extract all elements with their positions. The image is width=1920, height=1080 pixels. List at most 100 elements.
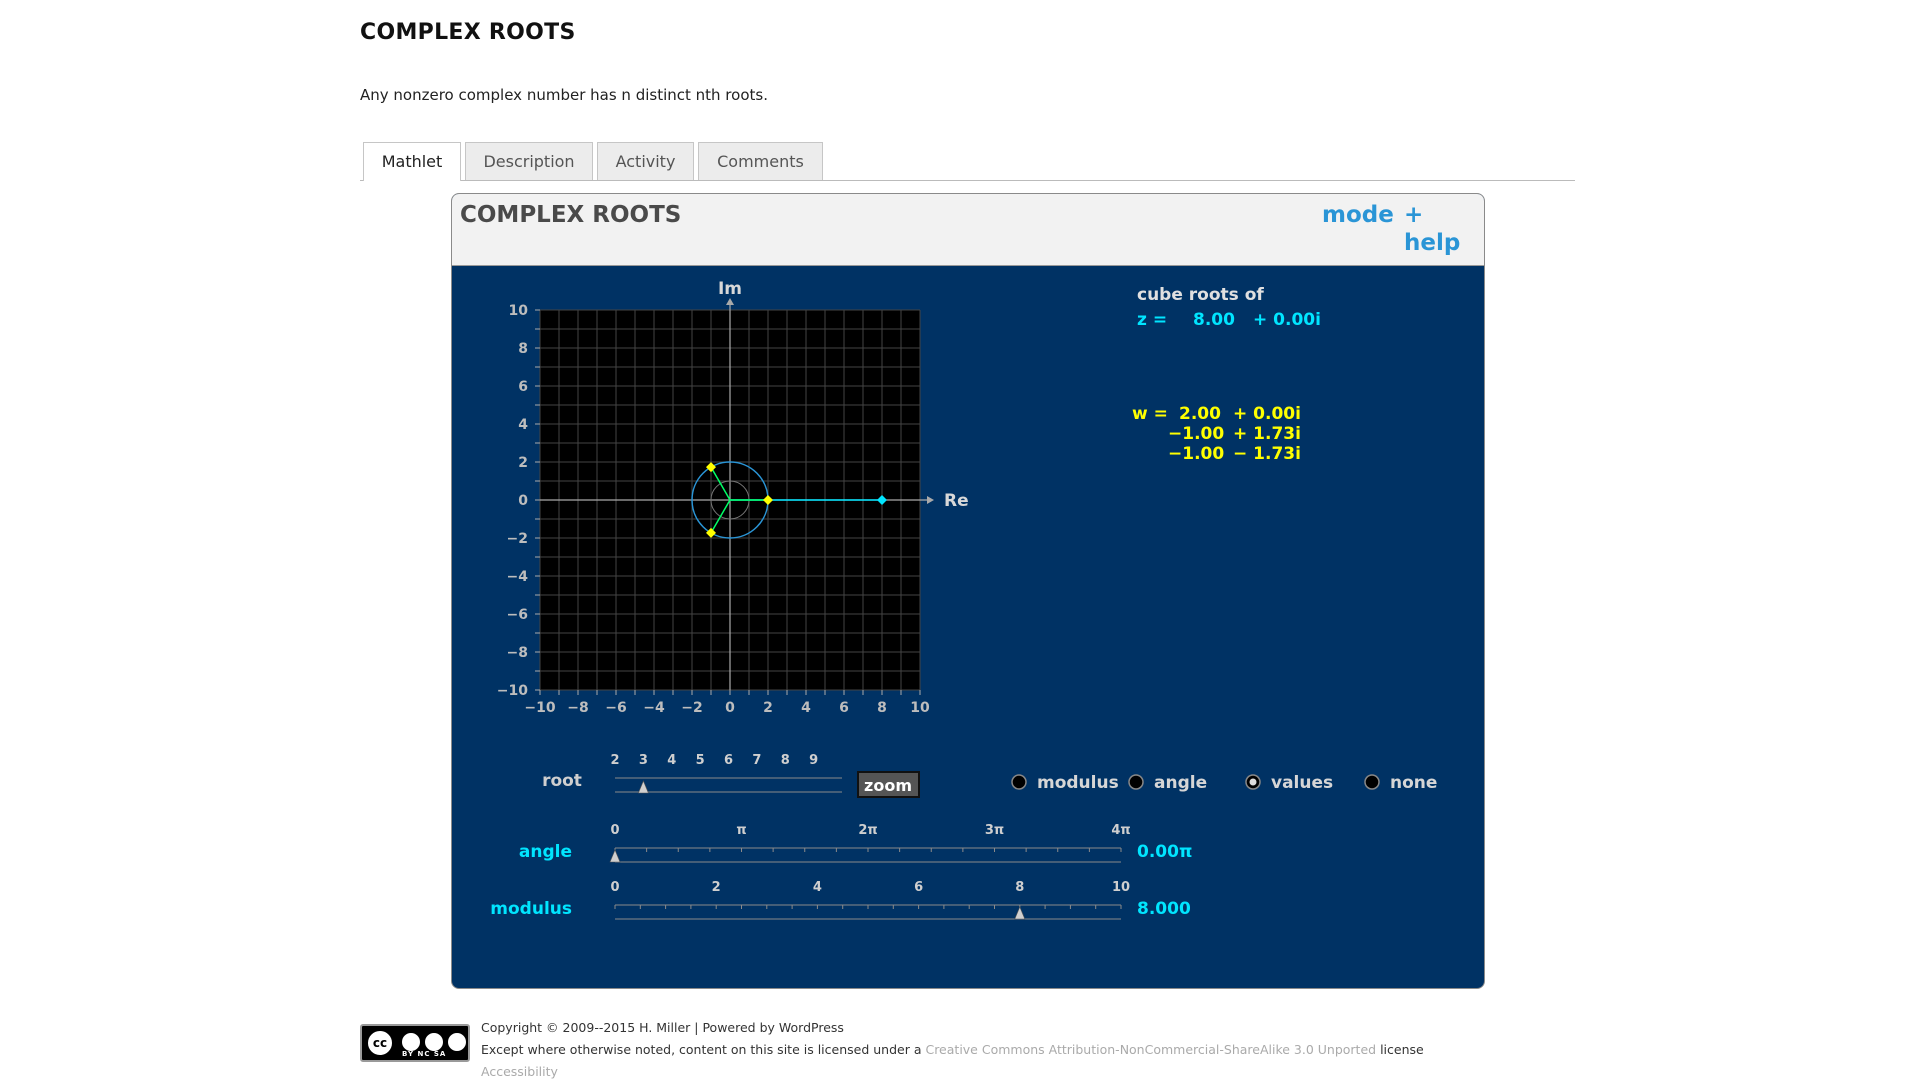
cc-logo-icon: cc	[366, 1029, 394, 1057]
radio-values-label: values	[1271, 773, 1333, 793]
y-tick-label: 10	[509, 303, 529, 319]
y-tick-label: 4	[518, 417, 528, 433]
y-tick-label: −4	[507, 569, 529, 585]
x-tick-label: −6	[605, 700, 626, 716]
tab-comments[interactable]: Comments	[698, 142, 823, 180]
tab-description[interactable]: Description	[465, 142, 593, 180]
y-tick-label: −6	[507, 607, 528, 623]
y-tick-label: −8	[507, 645, 528, 661]
modulus-slider-label: modulus	[490, 899, 572, 919]
license-link[interactable]: Creative Commons Attribution-NonCommerci…	[925, 1042, 1376, 1057]
display-options: modulus angle values none	[1011, 773, 1437, 793]
x-tick-label: −10	[524, 700, 555, 716]
cc-badge-text: BY NC SA	[402, 1050, 447, 1058]
zoom-button-label: zoom	[864, 776, 912, 795]
im-axis-label: Im	[718, 279, 742, 299]
im-axis-arrow	[726, 298, 734, 305]
mathlet-panel: COMPLEX ROOTS mode + help −10 −8 −6 −4 −2 0 2 4…	[451, 193, 1485, 989]
radio-modulus-circle	[1011, 774, 1027, 790]
w2-imag-value: + 1.73i	[1233, 424, 1301, 444]
z-real-value: 8.00	[1193, 310, 1235, 330]
license-prefix: Except where otherwise noted, content on…	[481, 1042, 922, 1057]
root-slider[interactable]: root 2 3 4 5 6 7 8 9	[542, 753, 842, 794]
angle-tick-label: 2π	[858, 823, 877, 838]
x-tick-label: 0	[725, 700, 735, 716]
w3-real-value: −1.00	[1168, 444, 1224, 464]
re-axis-arrow	[927, 496, 934, 504]
angle-tick-label: π	[736, 823, 746, 838]
page-intro: Any nonzero complex number has n distinc…	[360, 86, 768, 104]
x-tick-label: 8	[877, 700, 887, 716]
page-title: COMPLEX ROOTS	[360, 20, 576, 45]
y-tick-label: 0	[518, 493, 528, 509]
tab-mathlet[interactable]: Mathlet	[363, 142, 461, 181]
z-prefix: z =	[1137, 310, 1167, 330]
modulus-tick-label: 0	[610, 880, 619, 895]
roots-readout: cube roots of z = 8.00 + 0.00i w = 2.00 …	[1132, 285, 1321, 464]
modulus-value: 8.000	[1137, 899, 1191, 919]
cc-license-badge[interactable]: cc BY NC SA	[360, 1024, 470, 1062]
sa-icon	[446, 1031, 468, 1053]
modulus-tick-label: 6	[914, 880, 923, 895]
cube-roots-caption: cube roots of	[1137, 285, 1264, 305]
license-suffix: license	[1380, 1042, 1424, 1057]
help-link[interactable]: help	[1404, 230, 1460, 256]
modulus-tick-label: 8	[1015, 880, 1024, 895]
angle-slider[interactable]: angle 0 π 2π 3π 4π 0.00π	[519, 823, 1193, 863]
x-tick-label: 6	[839, 700, 849, 716]
complex-plane[interactable]: −10 −8 −6 −4 −2 0 2 4 6 8 10 10 8 6 4 2 0 −2 −4 −6 −8 −10 Re…	[497, 279, 969, 716]
modulus-slider-thumb[interactable]	[1014, 906, 1026, 920]
w-prefix: w =	[1132, 404, 1168, 424]
w1-real-value: 2.00	[1179, 404, 1221, 424]
zoom-button[interactable]: zoom	[857, 771, 920, 798]
w3-imag-value: − 1.73i	[1233, 444, 1301, 464]
angle-slider-label: angle	[519, 842, 572, 862]
modulus-tick-label: 2	[712, 880, 721, 895]
radio-values[interactable]: values	[1245, 773, 1333, 793]
y-tick-label: −2	[507, 531, 528, 547]
modulus-slider[interactable]: modulus 0 2 4 6 8 10 8.000	[490, 880, 1191, 920]
angle-value: 0.00π	[1137, 842, 1192, 862]
radio-angle-circle	[1128, 774, 1144, 790]
footer-copyright: Copyright © 2009--2015 H. Miller | Power…	[481, 1020, 844, 1035]
x-tick-label: −8	[567, 700, 588, 716]
root-tick-label: 6	[724, 753, 733, 768]
footer-license-line: Except where otherwise noted, content on…	[481, 1042, 1424, 1057]
root-tick-label: 4	[667, 753, 676, 768]
angle-tick-label: 0	[610, 823, 619, 838]
mode-plus-link[interactable]: +	[1404, 202, 1423, 228]
accessibility-link[interactable]: Accessibility	[481, 1064, 558, 1079]
x-tick-label: 4	[801, 700, 811, 716]
root-tick-label: 5	[696, 753, 705, 768]
root-slider-thumb[interactable]	[637, 780, 649, 794]
x-tick-label: −2	[681, 700, 702, 716]
x-tick-label: 2	[763, 700, 773, 716]
angle-slider-thumb[interactable]	[609, 849, 621, 863]
x-tick-labels: −10 −8 −6 −4 −2 0 2 4 6 8 10	[524, 700, 930, 716]
radio-none-circle	[1364, 774, 1380, 790]
radio-none[interactable]: none	[1364, 773, 1437, 793]
radio-modulus[interactable]: modulus	[1011, 773, 1119, 793]
radio-angle-label: angle	[1154, 773, 1207, 793]
w1-imag-value: + 0.00i	[1233, 404, 1301, 424]
y-tick-label: −10	[497, 683, 528, 699]
angle-tick-label: 3π	[985, 823, 1004, 838]
radio-angle[interactable]: angle	[1128, 773, 1207, 793]
x-tick-label: 10	[910, 700, 930, 716]
x-tick-label: −4	[643, 700, 665, 716]
mode-link[interactable]: mode	[1322, 202, 1394, 228]
mathlet-header: COMPLEX ROOTS mode + help	[452, 194, 1484, 266]
y-tick-labels: 10 8 6 4 2 0 −2 −4 −6 −8 −10	[497, 303, 528, 699]
tab-bar: Mathlet Description Activity Comments	[360, 142, 1575, 181]
footer-accessibility-line: Accessibility	[481, 1064, 558, 1079]
tab-activity[interactable]: Activity	[597, 142, 694, 180]
angle-tick-label: 4π	[1111, 823, 1130, 838]
z-imag-value: + 0.00i	[1253, 310, 1321, 330]
mathlet-stage: −10 −8 −6 −4 −2 0 2 4 6 8 10 10 8 6 4 2 0 −2 −4 −6 −8 −10 Re…	[490, 279, 1437, 920]
y-tick-label: 2	[518, 455, 528, 471]
w2-real-value: −1.00	[1168, 424, 1224, 444]
re-axis-label: Re	[944, 491, 969, 511]
root-tick-label: 9	[809, 753, 818, 768]
root-tick-label: 3	[639, 753, 648, 768]
radio-values-selected-dot	[1249, 778, 1257, 786]
